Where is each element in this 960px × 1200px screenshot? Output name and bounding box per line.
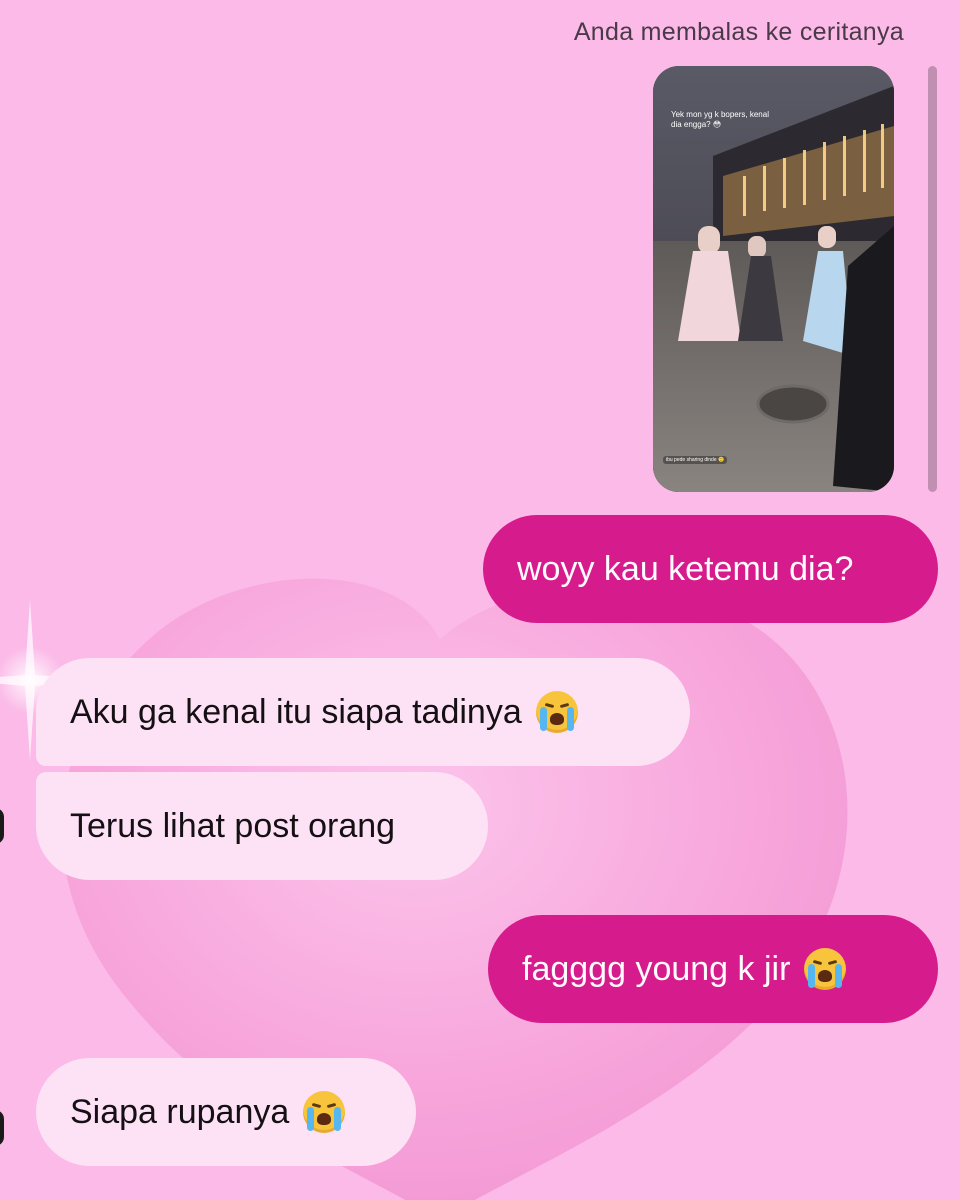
story-footer-label: ibu pede sharing dinde 🙂 (663, 456, 728, 464)
loudly-crying-face-icon (535, 691, 578, 733)
message-bubble-incoming[interactable]: Aku ga kenal itu siapa tadinya (36, 658, 690, 766)
message-bubble-incoming[interactable]: Terus lihat post orang (36, 772, 488, 880)
message-bubble-outgoing[interactable]: woyy kau ketemu dia? (483, 515, 938, 623)
message-text: Siapa rupanya (70, 1093, 290, 1131)
message-text: woyy kau ketemu dia? (517, 550, 854, 588)
story-caption: Yek mon yg k bopers, kenal dia engga? 😳 (671, 110, 769, 129)
message-bubble-outgoing[interactable]: fagggg young k jir (488, 915, 938, 1023)
scrollbar[interactable] (928, 66, 937, 492)
message-text: Terus lihat post orang (70, 807, 396, 845)
reply-context-label: Anda membalas ke ceritanya (573, 18, 904, 46)
loudly-crying-face-icon (303, 1091, 346, 1133)
message-text: fagggg young k jir (522, 950, 791, 988)
loudly-crying-face-icon (804, 948, 847, 990)
message-bubble-incoming[interactable]: Siapa rupanya (36, 1058, 416, 1166)
message-text: Aku ga kenal itu siapa tadinya (70, 693, 522, 731)
story-preview[interactable]: Yek mon yg k bopers, kenal dia engga? 😳 … (653, 66, 894, 492)
